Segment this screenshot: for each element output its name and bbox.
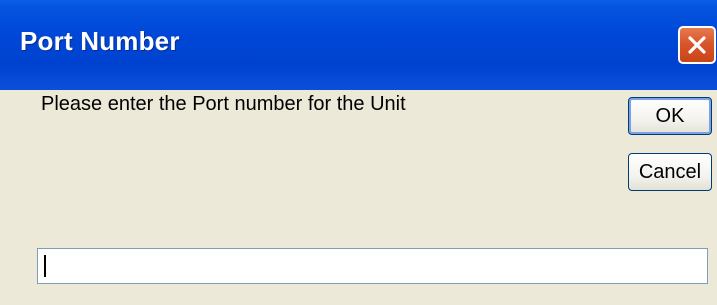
prompt-label: Please enter the Port number for the Uni… [41, 93, 406, 115]
text-caret [44, 255, 46, 277]
dialog-body: Please enter the Port number for the Uni… [0, 90, 717, 305]
window-title: Port Number [20, 26, 180, 56]
port-number-input[interactable] [37, 248, 708, 284]
title-bar[interactable]: Port Number [0, 0, 717, 90]
close-icon [688, 36, 706, 54]
ok-button[interactable]: OK [628, 97, 712, 135]
close-button[interactable] [678, 26, 716, 64]
cancel-button[interactable]: Cancel [628, 153, 712, 191]
